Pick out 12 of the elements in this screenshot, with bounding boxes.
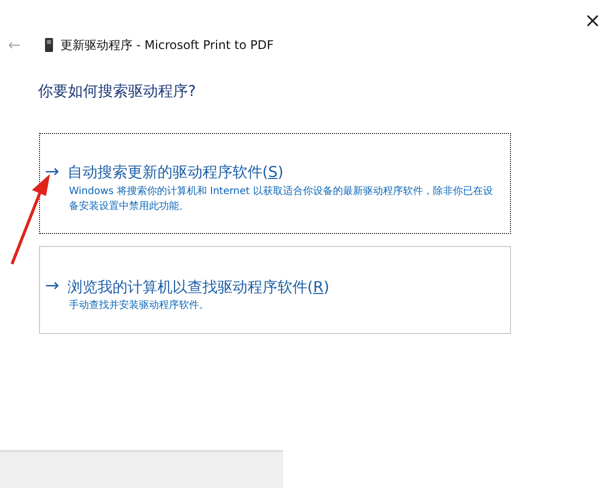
option-button[interactable]: → 浏览我的计算机以查找驱动程序软件(R) 手动查找并安装驱动程序软件。 — [39, 246, 511, 334]
option-button[interactable]: → 自动搜索更新的驱动程序软件(S) Windows 将搜索你的计算机和 Internet 以获取适合你设备的最新驱动程序软件，除非你已在设备安装设置中禁用此功能。 — [39, 132, 511, 234]
option-title: 自动搜索更新的驱动程序软件(S) — [67, 162, 284, 184]
window-title: 更新驱动程序 - Microsoft Print to PDF — [60, 37, 274, 54]
option-title: 浏览我的计算机以查找驱动程序软件(R) — [67, 276, 330, 298]
device-icon — [44, 38, 53, 52]
arrow-icon: → — [45, 164, 60, 181]
option-description: Windows 将搜索你的计算机和 Internet 以获取适合你设备的最新驱动程序软件，除非你已在设备安装设置中禁用此功能。 — [69, 184, 494, 214]
option-description: 手动查找并安装驱动程序软件。 — [69, 298, 210, 313]
close-button[interactable]: × — [580, 8, 605, 32]
arrow-icon: → — [45, 278, 60, 296]
question-heading: 你要如何搜索驱动程序? — [38, 81, 197, 102]
